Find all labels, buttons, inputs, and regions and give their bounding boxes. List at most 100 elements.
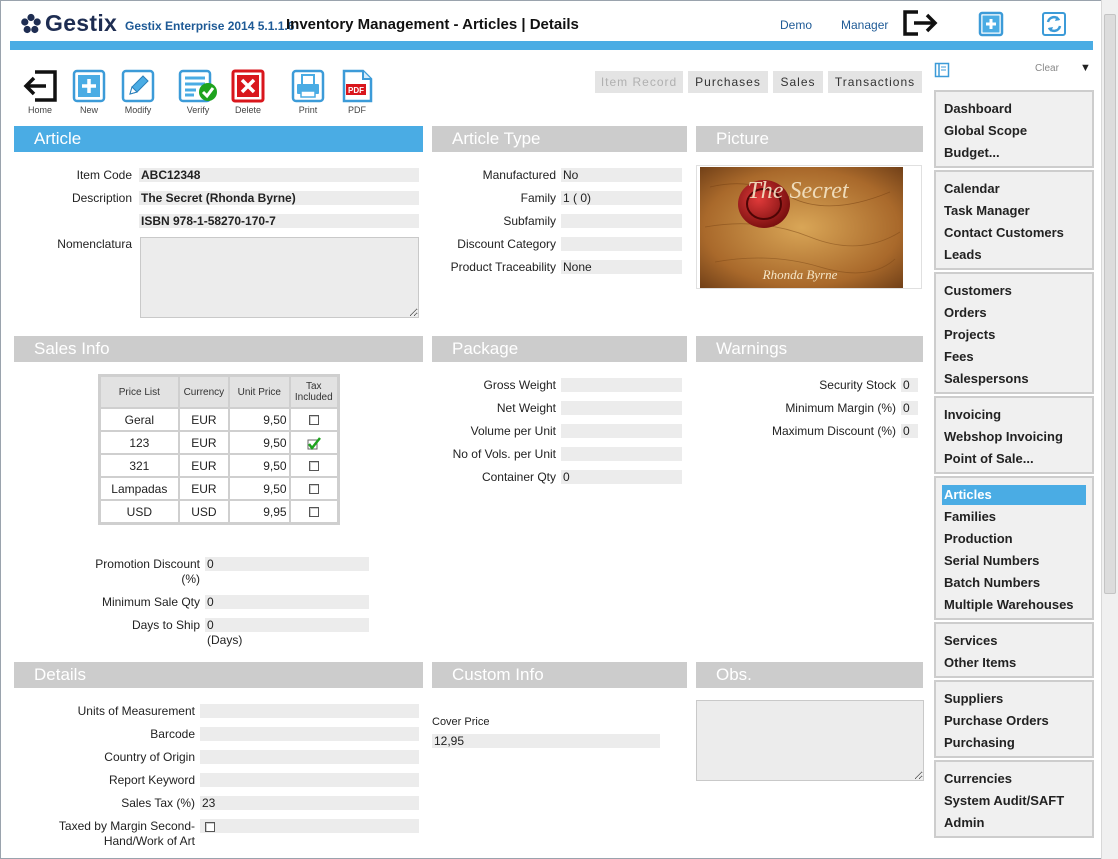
sidebar-item-invoicing[interactable]: Invoicing: [936, 404, 1092, 426]
sidebar-item-contact-customers[interactable]: Contact Customers: [936, 222, 1092, 244]
manufactured-label: Manufactured: [482, 168, 556, 182]
price-list-cell: Lampadas: [100, 477, 179, 500]
sidebar-item-families[interactable]: Families: [936, 506, 1092, 528]
article-picture-frame[interactable]: The Secret Rhonda Byrne: [696, 165, 922, 289]
tab-sales[interactable]: Sales: [773, 71, 823, 93]
sales-tax-field[interactable]: 23: [200, 796, 419, 810]
vertical-scrollbar[interactable]: [1101, 0, 1118, 859]
sidebar-item-purchasing[interactable]: Purchasing: [936, 732, 1092, 754]
sidebar-item-other-items[interactable]: Other Items: [936, 652, 1092, 674]
taxed-by-margin-checkbox[interactable]: [205, 822, 215, 833]
sidebar-item-leads[interactable]: Leads: [936, 244, 1092, 266]
add-window-icon[interactable]: [978, 11, 1004, 37]
sidebar-item-dashboard[interactable]: Dashboard: [936, 98, 1092, 120]
table-row[interactable]: 321 EUR 9,50: [100, 454, 338, 477]
tax-included-checkbox[interactable]: [308, 415, 319, 426]
tax-included-checkbox[interactable]: [308, 484, 319, 495]
min-sale-qty-field[interactable]: 0: [205, 595, 369, 609]
vols-per-unit-field[interactable]: [561, 447, 682, 461]
container-qty-label: Container Qty: [481, 470, 556, 484]
sidebar-item-admin[interactable]: Admin: [936, 812, 1092, 834]
logout-icon[interactable]: [902, 9, 940, 37]
description-field[interactable]: The Secret (Rhonda Byrne): [139, 191, 419, 205]
scrollbar-thumb[interactable]: [1104, 14, 1116, 594]
tab-transactions[interactable]: Transactions: [828, 71, 922, 93]
sidebar-item-articles[interactable]: Articles: [942, 485, 1086, 505]
print-button[interactable]: Print: [284, 69, 332, 115]
unit-price-cell: 9,50: [229, 431, 290, 454]
modify-button[interactable]: Modify: [114, 69, 162, 115]
verify-button[interactable]: Verify: [174, 69, 222, 115]
net-weight-field[interactable]: [561, 401, 682, 415]
pdf-button[interactable]: PDF PDF: [333, 69, 381, 115]
discount-category-field[interactable]: [561, 237, 682, 251]
sidebar-item-calendar[interactable]: Calendar: [936, 178, 1092, 200]
sidebar-item-task-manager[interactable]: Task Manager: [936, 200, 1092, 222]
min-margin-field[interactable]: 0: [901, 401, 918, 415]
sidebar-item-serial-numbers[interactable]: Serial Numbers: [936, 550, 1092, 572]
col-tax-included: Tax Included: [289, 376, 338, 408]
checkmark-icon[interactable]: [307, 436, 321, 450]
caret-down-icon[interactable]: ▼: [1080, 62, 1091, 74]
currency-cell: EUR: [178, 454, 230, 477]
cover-price-field[interactable]: 12,95: [432, 734, 660, 748]
sidebar-item-global-scope[interactable]: Global Scope: [936, 120, 1092, 142]
sidebar-item-budget[interactable]: Budget...: [936, 142, 1092, 164]
volume-per-unit-field[interactable]: [561, 424, 682, 438]
sidebar-menu-icon[interactable]: [934, 62, 950, 78]
table-row[interactable]: Lampadas EUR 9,50: [100, 477, 338, 500]
new-label: New: [79, 105, 98, 115]
table-row[interactable]: 123 EUR 9,50: [100, 431, 338, 454]
sidebar-item-salespersons[interactable]: Salespersons: [936, 368, 1092, 390]
max-discount-field[interactable]: 0: [901, 424, 918, 438]
family-field[interactable]: 1 ( 0): [561, 191, 682, 205]
item-code-field[interactable]: ABC12348: [139, 168, 419, 182]
table-row[interactable]: USD USD 9,95: [100, 500, 338, 523]
user-role-link[interactable]: Manager: [841, 18, 888, 32]
sidebar-item-services[interactable]: Services: [936, 630, 1092, 652]
units-of-measurement-field[interactable]: [200, 704, 419, 718]
sidebar-item-fees[interactable]: Fees: [936, 346, 1092, 368]
home-button[interactable]: Home: [16, 69, 64, 115]
sidebar-item-production[interactable]: Production: [936, 528, 1092, 550]
taxed-by-margin-field: [200, 819, 419, 833]
new-button[interactable]: New: [65, 69, 113, 115]
description-line2-field[interactable]: ISBN 978-1-58270-170-7: [139, 214, 419, 228]
gross-weight-field[interactable]: [561, 378, 682, 392]
sidebar-item-webshop-invoicing[interactable]: Webshop Invoicing: [936, 426, 1092, 448]
report-keyword-field[interactable]: [200, 773, 419, 787]
barcode-field[interactable]: [200, 727, 419, 741]
days-to-ship-field[interactable]: 0: [205, 618, 369, 632]
delete-button[interactable]: Delete: [224, 69, 272, 115]
app-version: Gestix Enterprise 2014 5.1.1.6: [125, 19, 295, 33]
user-company-link[interactable]: Demo: [780, 18, 812, 32]
promotion-discount-field[interactable]: 0: [205, 557, 369, 571]
security-stock-field[interactable]: 0: [901, 378, 918, 392]
tab-item-record[interactable]: Item Record: [595, 71, 683, 93]
manufactured-field[interactable]: No: [561, 168, 682, 182]
table-row[interactable]: Geral EUR 9,50: [100, 408, 338, 431]
subfamily-field[interactable]: [561, 214, 682, 228]
sidebar-item-batch-numbers[interactable]: Batch Numbers: [936, 572, 1092, 594]
sidebar-item-suppliers[interactable]: Suppliers: [936, 688, 1092, 710]
obs-textarea[interactable]: [696, 700, 924, 781]
tax-included-checkbox[interactable]: [308, 507, 319, 518]
sidebar-item-customers[interactable]: Customers: [936, 280, 1092, 302]
sidebar-item-multiple-warehouses[interactable]: Multiple Warehouses: [936, 594, 1092, 616]
sidebar-item-purchase-orders[interactable]: Purchase Orders: [936, 710, 1092, 732]
sidebar-item-system-audit[interactable]: System Audit/SAFT: [936, 790, 1092, 812]
country-of-origin-field[interactable]: [200, 750, 419, 764]
tab-purchases[interactable]: Purchases: [688, 71, 768, 93]
nomenclatura-textarea[interactable]: [140, 237, 419, 318]
sidebar-item-currencies[interactable]: Currencies: [936, 768, 1092, 790]
traceability-field[interactable]: None: [561, 260, 682, 274]
sidebar-item-point-of-sale[interactable]: Point of Sale...: [936, 448, 1092, 470]
tax-included-checkbox[interactable]: [308, 461, 319, 472]
sidebar-item-projects[interactable]: Projects: [936, 324, 1092, 346]
tax-included-cell: [289, 500, 338, 523]
gross-weight-label: Gross Weight: [483, 378, 556, 392]
refresh-icon[interactable]: [1040, 10, 1068, 38]
sidebar-clear-link[interactable]: Clear: [1035, 63, 1059, 74]
container-qty-field[interactable]: 0: [561, 470, 682, 484]
sidebar-item-orders[interactable]: Orders: [936, 302, 1092, 324]
